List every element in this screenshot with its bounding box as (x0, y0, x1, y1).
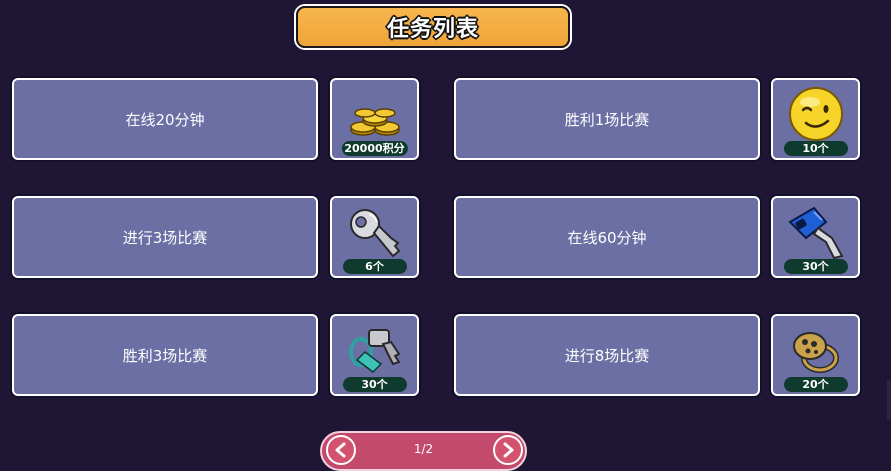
smiley-emoji-icon (788, 87, 843, 141)
task-card-win-1-match[interactable]: 胜利1场比赛 (454, 78, 760, 160)
task-card-win-3-matches[interactable]: 胜利3场比赛 (12, 314, 318, 396)
arrow-right-icon (503, 442, 514, 458)
task-card-play-8-matches[interactable]: 进行8场比赛 (454, 314, 760, 396)
task-label: 进行8场比赛 (564, 346, 650, 365)
task-label: 在线60分钟 (567, 228, 647, 247)
next-page-button[interactable] (493, 435, 523, 465)
scrollbar[interactable] (887, 380, 891, 420)
task-card-play-3-matches[interactable]: 进行3场比赛 (12, 196, 318, 278)
blue-hairdryer-icon (787, 206, 844, 260)
reward-box[interactable]: 6个 (330, 196, 419, 278)
reward-quantity: 30个 (783, 259, 848, 274)
reward-box[interactable]: 20000积分 (330, 78, 419, 160)
task-label: 胜利3场比赛 (122, 346, 208, 365)
task-card-online-20min[interactable]: 在线20分钟 (12, 78, 318, 160)
reward-quantity: 20个 (783, 377, 848, 392)
title-banner: 任务列表 (296, 6, 570, 48)
pagination-bar: 1/2 (320, 431, 527, 471)
reward-quantity: 20000积分 (341, 141, 408, 156)
reward-quantity: 10个 (783, 141, 848, 156)
task-label: 胜利1场比赛 (564, 110, 650, 129)
page-title: 任务列表 (386, 17, 479, 42)
reward-box[interactable]: 20个 (771, 314, 860, 396)
task-label: 进行3场比赛 (122, 228, 208, 247)
reward-box[interactable]: 30个 (771, 196, 860, 278)
reward-quantity: 30个 (342, 377, 407, 392)
gold-coins-icon (349, 108, 400, 136)
task-card-online-60min[interactable]: 在线60分钟 (454, 196, 760, 278)
reward-quantity: 6个 (342, 259, 407, 274)
gold-ring-icon (792, 332, 839, 373)
task-label: 在线20分钟 (125, 110, 205, 129)
reward-box[interactable]: 30个 (330, 314, 419, 396)
silver-key-icon (349, 209, 400, 258)
reward-box[interactable]: 10个 (771, 78, 860, 160)
key-tag-icon (348, 329, 401, 373)
